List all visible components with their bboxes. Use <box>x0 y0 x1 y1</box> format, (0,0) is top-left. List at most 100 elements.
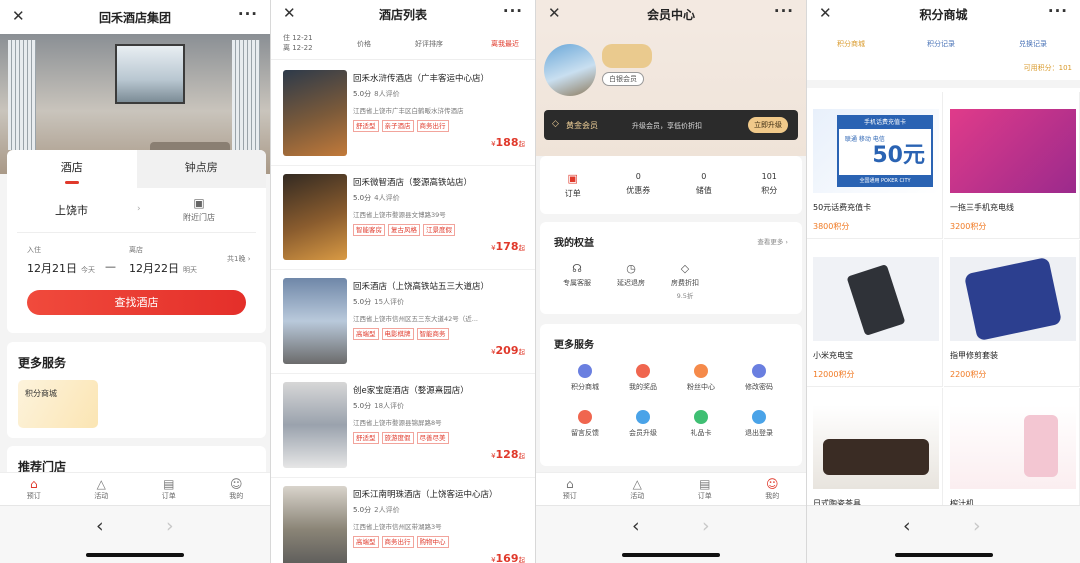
service-item[interactable]: ● 礼品卡 <box>672 410 730 438</box>
tab-orders[interactable]: ▤ 订单 <box>671 473 739 505</box>
composite-screenshot: ✕ 回禾酒店集团 ··· 酒店 钟点房 上饶市 › ▣ 附近门店 入住 12月2… <box>0 0 1080 563</box>
points-mall-entry[interactable]: 积分商城 <box>18 380 98 428</box>
close-icon[interactable]: ✕ <box>819 4 832 22</box>
tab-hotel[interactable]: 酒店 <box>7 150 137 188</box>
user-icon: ☺ <box>229 477 243 491</box>
service-item[interactable]: ● 会员升级 <box>614 410 672 438</box>
power-bank-shape <box>846 264 906 336</box>
tab-book[interactable]: ⌂ 预订 <box>0 473 68 505</box>
forward-icon[interactable]: › <box>973 515 981 537</box>
sort-rating[interactable]: 好评排序 <box>415 39 443 49</box>
checkin-date[interactable]: 12月21日 今天 <box>27 260 95 276</box>
fans-icon: ● <box>694 364 708 378</box>
back-icon[interactable]: ‹ <box>96 515 104 537</box>
goods-image[interactable] <box>813 405 939 489</box>
upgrade-button[interactable]: 立即升级 <box>748 117 788 133</box>
service-item[interactable]: ● 积分商城 <box>556 364 614 392</box>
hotel-name: 创e家宝庭酒店（婺源熹园店） <box>353 386 469 396</box>
bottom-tab-bar: ⌂ 预订 △ 活动 ▤ 订单 ☺ 我的 <box>536 472 806 505</box>
tab-mine[interactable]: ☺ 我的 <box>203 473 271 505</box>
right-item[interactable]: ◷ 延迟退房 <box>606 262 656 288</box>
back-icon[interactable]: ‹ <box>903 515 911 537</box>
avatar[interactable] <box>544 44 596 96</box>
close-icon[interactable]: ✕ <box>283 4 296 22</box>
date-filter[interactable]: 住 12-21 离 12-22 <box>283 33 313 53</box>
order-icon: ▤ <box>699 477 711 491</box>
stat-0[interactable]: ▣ 订单 <box>540 156 606 214</box>
gift-icon: ● <box>694 410 708 424</box>
more-icon[interactable]: ··· <box>238 5 258 23</box>
page-title: 酒店列表 <box>378 7 427 22</box>
tab-label: 订单 <box>697 492 712 500</box>
home-indicator <box>86 553 184 557</box>
close-icon[interactable]: ✕ <box>548 4 561 22</box>
hotel-list-item[interactable]: 回禾江南明珠酒店（上饶客运中心店） 5.0分 2人评价 江西省上饶市信州区带湖路3号高… <box>271 478 535 563</box>
hotel-photo[interactable] <box>283 174 347 260</box>
view-more-link[interactable]: 查看更多 › <box>757 236 788 246</box>
goods-item[interactable]: 手机话费充值卡 联通 移动 电信 50元 全国通用 POKER CITY 50元话费充值… <box>807 92 943 239</box>
goods-item[interactable]: 小米充电宝 12000积分 <box>807 240 943 387</box>
goods-image[interactable] <box>950 405 1076 489</box>
score-value: 5.0 <box>353 194 365 202</box>
close-icon[interactable]: ✕ <box>12 7 25 25</box>
tab-points-mall[interactable]: 积分商城 <box>837 39 865 49</box>
service-item[interactable]: ● 退出登录 <box>730 410 788 438</box>
stat-2[interactable]: 0 储值 <box>671 156 737 214</box>
forward-icon[interactable]: › <box>702 515 710 537</box>
more-icon[interactable]: ··· <box>503 2 523 20</box>
checkout-weekday: 明天 <box>183 266 197 274</box>
right-item[interactable]: ☊ 专属客服 <box>552 262 602 288</box>
goods-image[interactable] <box>813 257 939 341</box>
service-label: 积分商城 <box>571 383 599 391</box>
goods-image[interactable] <box>950 256 1076 342</box>
goods-item[interactable]: 指甲修剪套装 2200积分 <box>944 240 1080 387</box>
service-item[interactable]: ● 修改密码 <box>730 364 788 392</box>
hotel-list-item[interactable]: 创e家宝庭酒店（婺源熹园店） 5.0分 18人评价 江西省上饶市婺源县锦屏路8号 舒适型… <box>271 374 535 478</box>
goods-image[interactable]: 手机话费充值卡 联通 移动 电信 50元 全国通用 POKER CITY <box>813 109 939 193</box>
hotel-list: 回禾水浒传酒店（广丰客运中心店） 5.0分 8人评价 江西省上饶市广丰区白鹤畈水浒传酒… <box>271 62 535 563</box>
stat-1[interactable]: 0 优惠券 <box>606 156 672 214</box>
stat-3[interactable]: 101 积分 <box>737 156 803 214</box>
tab-redeem-record[interactable]: 兑换记录 <box>1019 39 1047 49</box>
hotel-score: 5.0分 15人评价 <box>353 297 404 307</box>
nearby-stores-button[interactable]: ▣ 附近门店 <box>183 196 215 223</box>
right-item[interactable]: ◇ 房费折扣 9.5折 <box>660 262 710 300</box>
goods-item[interactable]: 一拖三手机充电线 3200积分 <box>944 92 1080 239</box>
tab-activity[interactable]: △ 活动 <box>604 473 672 505</box>
tab-activity[interactable]: △ 活动 <box>68 473 136 505</box>
tab-orders[interactable]: ▤ 订单 <box>135 473 203 505</box>
hotel-list-item[interactable]: 回禾水浒传酒店（广丰客运中心店） 5.0分 8人评价 江西省上饶市广丰区白鹤畈水浒传酒… <box>271 62 535 166</box>
price-value: 178 <box>495 240 519 253</box>
service-item[interactable]: ● 我的奖品 <box>614 364 672 392</box>
tab-book[interactable]: ⌂ 预订 <box>536 473 604 505</box>
hotel-photo[interactable] <box>283 486 347 563</box>
tab-hourly[interactable]: 钟点房 <box>136 150 266 188</box>
sort-nearest[interactable]: 离我最近 <box>491 39 519 49</box>
service-item[interactable]: ● 留言反馈 <box>556 410 614 438</box>
more-icon[interactable]: ··· <box>774 2 794 20</box>
forward-icon[interactable]: › <box>166 515 174 537</box>
more-icon[interactable]: ··· <box>1048 2 1068 20</box>
hotel-photo[interactable] <box>283 382 347 468</box>
page-title: 回禾酒店集团 <box>98 10 171 25</box>
hotel-tags: 舒适型 亲子酒店 商务出行 <box>353 120 449 132</box>
goods-image[interactable] <box>950 109 1076 193</box>
search-hotel-button[interactable]: 查找酒店 <box>27 290 246 315</box>
service-item[interactable]: ● 粉丝中心 <box>672 364 730 392</box>
hotel-address: 江西省上饶市信州区带湖路3号 <box>353 523 442 531</box>
tab-points-record[interactable]: 积分记录 <box>927 39 955 49</box>
back-icon[interactable]: ‹ <box>632 515 640 537</box>
bottom-tab-bar: ⌂ 预订 △ 活动 ▤ 订单 ☺ 我的 <box>0 472 270 505</box>
hotel-photo[interactable] <box>283 278 347 364</box>
price-filter[interactable]: 价格 <box>357 39 371 49</box>
price-from: 起 <box>518 556 526 563</box>
gold-upgrade-banner: ◇ 黄金会员 升级会员，享低价折扣 立即升级 <box>544 110 798 140</box>
service-label: 礼品卡 <box>690 429 712 437</box>
checkout-date[interactable]: 12月22日 明天 <box>129 260 197 276</box>
tab-mine[interactable]: ☺ 我的 <box>739 473 807 505</box>
hotel-list-item[interactable]: 回禾酒店（上饶高铁站五三大道店） 5.0分 15人评价 江西省上饶市信州区五三东大道4… <box>271 270 535 374</box>
card-tagline: 全国通用 POKER CITY <box>839 175 931 187</box>
city-selector[interactable]: 上饶市 <box>55 202 88 218</box>
hotel-list-item[interactable]: 回禾微智酒店（婺源高铁站店） 5.0分 4人评价 江西省上饶市婺源县文博路39号 智能客… <box>271 166 535 270</box>
hotel-photo[interactable] <box>283 70 347 156</box>
